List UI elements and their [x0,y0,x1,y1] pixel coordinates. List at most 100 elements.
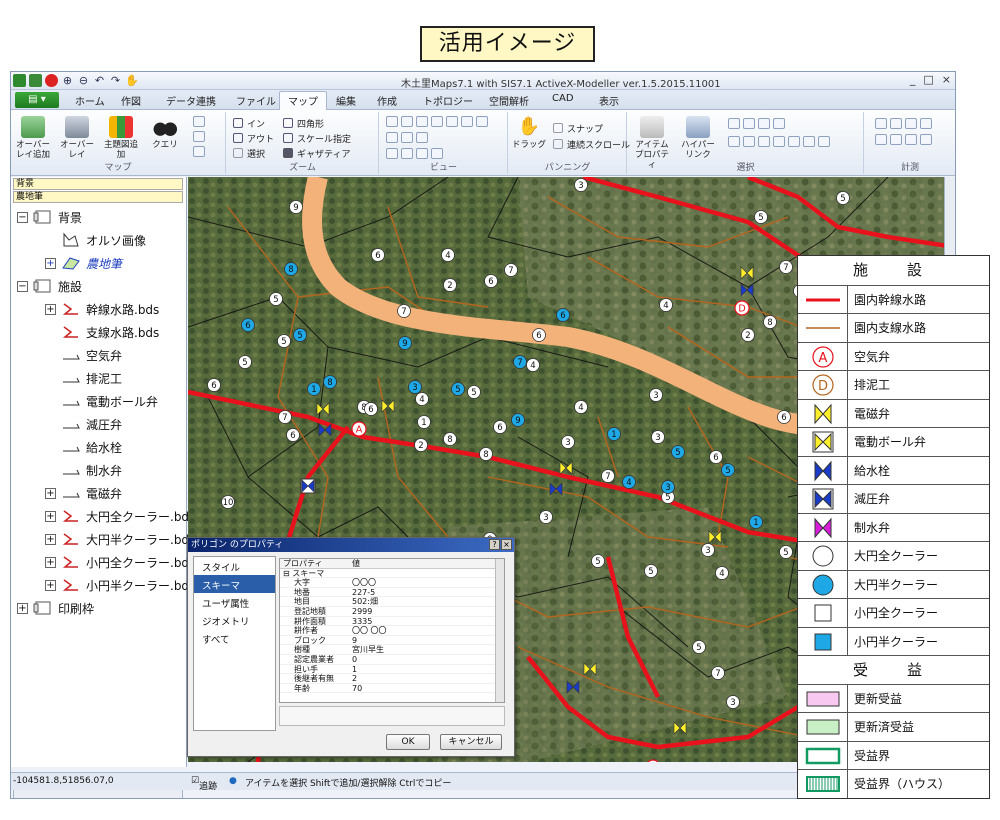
collapse-icon[interactable]: − [17,212,28,223]
layer-tree-item[interactable]: + 電磁弁 [45,483,122,505]
tab-draw[interactable]: 作図 [121,93,141,108]
tab-create[interactable]: 作成 [377,93,397,108]
cooler-full-marker[interactable]: 5 [754,210,768,224]
dialog-close-button[interactable]: × [501,539,512,550]
cooler-full-marker[interactable]: 5 [779,545,793,559]
tab-map[interactable]: マップ [279,91,327,110]
stop-icon[interactable] [45,74,58,87]
cooler-full-marker[interactable]: 3 [539,510,553,524]
continuous-scroll-button[interactable]: 連続スクロール [553,138,630,151]
cooler-half-marker[interactable]: 5 [293,328,307,342]
save-icon[interactable] [29,74,42,87]
view-tool-icon[interactable] [416,116,428,127]
tab-data-link[interactable]: データ連携 [166,93,216,108]
layer-tree-item[interactable]: + 幹線水路.bds [45,299,159,321]
tab-home[interactable]: ホーム [75,93,105,108]
cooler-full-marker[interactable]: 3 [574,178,588,192]
measure-tool-icon[interactable] [890,134,902,145]
hyperlink-button[interactable]: ハイパーリンク [678,116,718,160]
zoom-selection-button[interactable]: 選択 [233,147,265,160]
cooler-half-marker[interactable]: 4 [622,475,636,489]
property-row[interactable]: 認定農業者 0 [280,655,504,665]
property-row[interactable]: 耕作者 〇〇 〇〇 [280,626,504,636]
dialog-category-item[interactable]: すべて [194,629,275,647]
cooler-full-marker[interactable]: 5 [836,191,850,205]
expand-icon[interactable]: + [45,258,56,269]
view-tool-icon[interactable] [416,148,428,159]
cooler-full-marker[interactable]: 8 [763,315,777,329]
cooler-full-marker[interactable]: 4 [715,566,729,580]
cancel-button[interactable]: キャンセル [440,734,502,750]
layer-tree-item[interactable]: 給水栓 [61,437,122,459]
property-row[interactable]: 年齢 70 [280,684,504,694]
cooler-full-marker[interactable]: 6 [286,428,300,442]
layer-tree-item[interactable]: + 大円全クーラー.bds [45,506,195,528]
select-tool-icon[interactable] [773,136,785,147]
cooler-full-marker[interactable]: 6 [364,402,378,416]
cooler-full-marker[interactable]: 6 [532,328,546,342]
cooler-full-marker[interactable]: 4 [415,392,429,406]
cooler-half-marker[interactable]: 6 [241,318,255,332]
property-row[interactable]: 樹種 宮川早生 [280,645,504,655]
zoom-in-button[interactable]: イン [233,117,265,130]
select-tool-icon[interactable] [743,118,755,129]
collapse-icon[interactable]: − [17,281,28,292]
select-tool-icon[interactable] [773,118,785,129]
cooler-full-marker[interactable]: 6 [371,248,385,262]
snap-toggle[interactable]: ☑ 追跡 [191,776,217,792]
cooler-full-marker[interactable]: 10 [221,495,235,509]
cooler-half-marker[interactable]: 6 [556,308,570,322]
tab-spatial-analysis[interactable]: 空間解析 [489,93,529,108]
cooler-full-marker[interactable]: 3 [701,543,715,557]
property-row[interactable]: 地目 502:畑 [280,597,504,607]
property-row[interactable]: 登記地積 2999 [280,607,504,617]
property-grid-scrollbar[interactable] [495,559,504,702]
close-button[interactable]: × [942,73,951,86]
cooler-half-marker[interactable]: 5 [721,463,735,477]
cooler-full-marker[interactable]: 7 [779,260,793,274]
zoom-out-icon[interactable]: ⊖ [77,74,90,87]
property-row[interactable]: ブロック 9 [280,636,504,646]
cooler-full-marker[interactable]: 5 [692,640,706,654]
cooler-full-marker[interactable]: 6 [493,420,507,434]
cooler-full-marker[interactable]: 2 [443,278,457,292]
dialog-category-item[interactable]: ユーザ属性 [194,593,275,611]
cooler-full-marker[interactable]: 5 [277,334,291,348]
select-tool-icon[interactable] [758,118,770,129]
cooler-half-marker[interactable]: 3 [661,480,675,494]
expand-icon[interactable]: + [45,511,56,522]
cooler-full-marker[interactable]: 6 [709,450,723,464]
cooler-half-marker[interactable]: 5 [451,382,465,396]
refresh-icon[interactable] [193,116,205,127]
cooler-full-marker[interactable]: 4 [574,400,588,414]
overlay-button[interactable]: オーバーレイ [59,116,95,160]
zoom-out-button[interactable]: アウト [233,132,274,145]
expand-icon[interactable]: + [17,603,28,614]
view-tool-icon[interactable] [431,116,443,127]
cooler-full-marker[interactable]: 7 [601,469,615,483]
pressure-reducing-valve-marker[interactable] [300,478,316,494]
tab-file[interactable]: ファイル [236,93,276,108]
cooler-half-marker[interactable]: 1 [749,515,763,529]
measure-tool-icon[interactable] [905,134,917,145]
drag-button[interactable]: ✋ ドラッグ [511,116,547,150]
property-row[interactable]: 耕作面積 3335 [280,617,504,627]
tab-view[interactable]: 表示 [599,93,619,108]
cooler-full-marker[interactable]: 7 [711,666,725,680]
layer-tree-item[interactable]: + 印刷枠 [17,598,94,620]
cooler-half-marker[interactable]: 8 [323,375,337,389]
layer-tree-item[interactable]: + 小円半クーラー.bds [45,575,195,597]
select-tool-icon[interactable] [728,118,740,129]
ok-button[interactable]: OK [386,734,430,750]
layer-tree-item[interactable]: 制水弁 [61,460,122,482]
view-tool-icon[interactable] [446,116,458,127]
measure-tool-icon[interactable] [920,134,932,145]
cooler-full-marker[interactable]: 2 [741,328,755,342]
cooler-half-marker[interactable]: 5 [671,445,685,459]
file-menu-button[interactable]: ▤ ▾ [15,92,59,108]
layer-tree-item[interactable]: + 大円半クーラー.bds [45,529,195,551]
maximize-button[interactable]: □ [923,73,933,86]
redraw-icon[interactable] [193,131,205,142]
info-icon[interactable] [728,136,740,147]
layer-tree-item[interactable]: 排泥工 [61,368,122,390]
